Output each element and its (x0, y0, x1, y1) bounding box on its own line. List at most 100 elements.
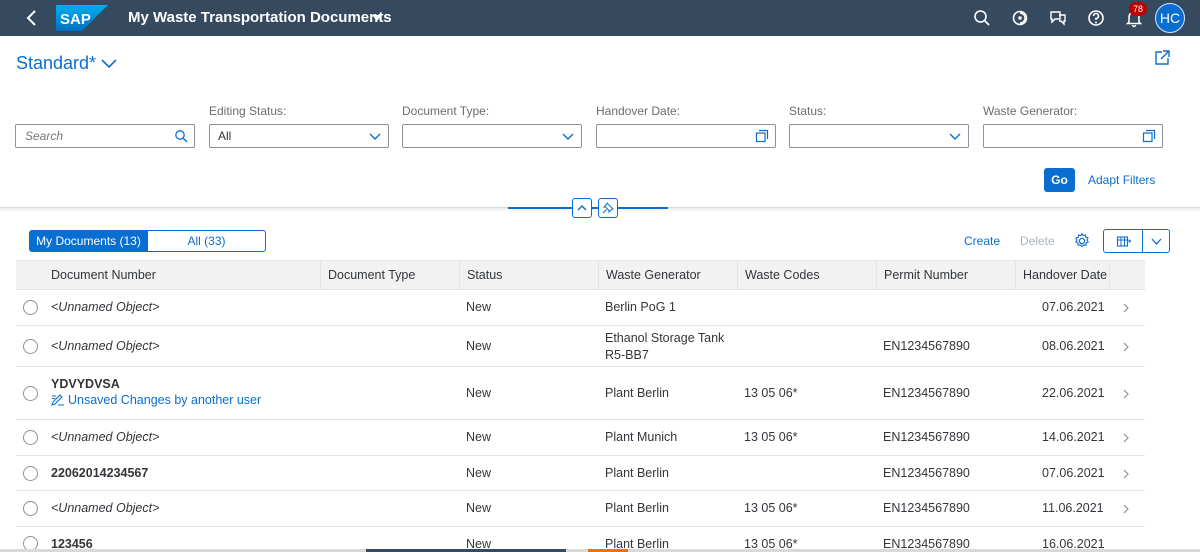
status-cell: New (466, 430, 492, 444)
row-select-radio[interactable] (23, 466, 38, 481)
status-cell: New (466, 466, 492, 480)
chevron-down-icon[interactable] (561, 129, 575, 143)
sap-logo[interactable]: SAP (56, 5, 108, 31)
chevron-down-icon (1151, 238, 1162, 245)
feedback-icon[interactable] (1048, 8, 1068, 28)
table-row[interactable]: YDVYDVSA Unsaved Changes by another user… (16, 367, 1145, 420)
export-spreadsheet-icon (1116, 236, 1131, 247)
handover-date-cell: 22.06.2021 (1042, 386, 1105, 400)
handover-date-cell: 11.06.2021 (1042, 501, 1104, 515)
row-select-radio[interactable] (23, 386, 38, 401)
my-documents-segment[interactable]: My Documents (13) (29, 230, 148, 252)
column-header-handover-date[interactable]: Handover Date (1015, 261, 1107, 289)
waste-generator-cell: Ethanol Storage Tank (605, 331, 725, 345)
create-button[interactable]: Create (964, 234, 1000, 248)
table-row[interactable]: <Unnamed Object> New Plant Berlin 13 05 … (16, 491, 1145, 527)
status-cell: New (466, 339, 492, 353)
row-select-radio[interactable] (23, 300, 38, 315)
status-label: Status: (789, 104, 827, 118)
column-header-waste-codes[interactable]: Waste Codes (737, 261, 820, 289)
waste-generator-cell-line2: R5-BB7 (605, 348, 649, 362)
chevron-right-icon[interactable] (1122, 504, 1130, 514)
column-header-waste-generator[interactable]: Waste Generator (598, 261, 701, 289)
document-number-cell: <Unnamed Object> (51, 501, 160, 515)
editing-status-label: Editing Status: (209, 104, 287, 118)
document-type-select[interactable] (402, 124, 582, 148)
user-avatar[interactable]: HC (1155, 3, 1185, 33)
export-menu-button[interactable] (1142, 229, 1170, 253)
permit-number-cell: EN1234567890 (883, 466, 970, 480)
variant-name[interactable]: Standard* (16, 53, 96, 74)
column-header-navigation (1109, 261, 1145, 289)
export-button[interactable] (1103, 229, 1143, 253)
waste-generator-label: Waste Generator: (983, 104, 1078, 118)
row-select-radio[interactable] (23, 501, 38, 516)
document-number-cell: <Unnamed Object> (51, 430, 160, 444)
delete-button[interactable]: Delete (1020, 234, 1055, 248)
handover-date-cell: 14.06.2021 (1042, 430, 1105, 444)
document-number-cell: <Unnamed Object> (51, 300, 160, 314)
row-select-radio[interactable] (23, 430, 38, 445)
table-row[interactable]: <Unnamed Object> New Plant Munich 13 05 … (16, 420, 1145, 456)
column-header-permit-number[interactable]: Permit Number (876, 261, 968, 289)
chevron-down-icon[interactable] (368, 129, 382, 143)
table-row[interactable]: <Unnamed Object> New Ethanol Storage Tan… (16, 326, 1145, 367)
joule-icon[interactable] (1010, 8, 1030, 28)
search-field[interactable] (15, 124, 195, 148)
waste-codes-cell: 13 05 06* (744, 430, 798, 444)
waste-codes-cell: 13 05 06* (744, 501, 798, 515)
gear-icon[interactable] (1073, 232, 1091, 250)
chevron-right-icon[interactable] (1122, 389, 1130, 399)
row-select-radio[interactable] (23, 339, 38, 354)
editing-status-value: All (218, 129, 232, 143)
waste-generator-cell: Berlin PoG 1 (605, 300, 676, 314)
permit-number-cell: EN1234567890 (883, 501, 970, 515)
back-arrow-icon[interactable] (22, 8, 42, 28)
value-help-icon[interactable] (1142, 129, 1156, 143)
edit-draft-icon (51, 394, 64, 406)
column-header-status[interactable]: Status (459, 261, 502, 289)
chevron-right-icon[interactable] (1122, 469, 1130, 479)
permit-number-cell: EN1234567890 (883, 339, 970, 353)
all-documents-segment[interactable]: All (33) (147, 230, 266, 252)
share-icon[interactable] (1153, 49, 1171, 67)
waste-generator-cell: Plant Berlin (605, 501, 669, 515)
search-icon[interactable] (174, 129, 188, 143)
search-input[interactable] (16, 125, 194, 147)
chevron-up-icon (577, 205, 587, 211)
shell-bar: SAP My Waste Transportation Documents 78… (0, 0, 1200, 36)
pin-header-button[interactable] (598, 198, 618, 218)
adapt-filters-button[interactable]: Adapt Filters (1088, 173, 1155, 187)
go-button[interactable]: Go (1044, 168, 1075, 192)
permit-number-cell: EN1234567890 (883, 386, 970, 400)
status-select[interactable] (789, 124, 969, 148)
value-help-icon[interactable] (755, 129, 769, 143)
column-header-document-type[interactable]: Document Type (320, 261, 415, 289)
chevron-right-icon[interactable] (1122, 303, 1130, 313)
handover-date-input[interactable] (596, 124, 776, 148)
handover-date-label: Handover Date: (596, 104, 681, 118)
waste-generator-cell: Plant Berlin (605, 386, 669, 400)
chevron-down-icon[interactable] (100, 56, 118, 70)
editing-status-select[interactable]: All (209, 124, 389, 148)
unsaved-changes-link[interactable]: Unsaved Changes by another user (68, 393, 261, 407)
status-cell: New (466, 300, 492, 314)
status-cell: New (466, 501, 492, 515)
chevron-right-icon[interactable] (1122, 342, 1130, 352)
help-icon[interactable] (1086, 8, 1106, 28)
handover-date-cell: 07.06.2021 (1042, 300, 1105, 314)
table-row[interactable]: 22062014234567 New Plant Berlin EN123456… (16, 456, 1145, 491)
document-number-cell: YDVYDVSA (51, 377, 120, 391)
table-row[interactable]: <Unnamed Object> New Berlin PoG 1 07.06.… (16, 290, 1145, 326)
waste-generator-input[interactable] (983, 124, 1163, 148)
app-title[interactable]: My Waste Transportation Documents (128, 9, 392, 26)
caret-down-icon[interactable] (372, 14, 382, 22)
column-header-document-number[interactable]: Document Number (44, 261, 156, 289)
search-icon[interactable] (972, 8, 992, 28)
chevron-down-icon[interactable] (948, 129, 962, 143)
collapse-header-button[interactable] (572, 198, 592, 218)
pin-icon (602, 202, 614, 214)
handover-date-cell: 08.06.2021 (1042, 339, 1105, 353)
document-number-cell: 22062014234567 (51, 466, 149, 480)
chevron-right-icon[interactable] (1122, 433, 1130, 443)
